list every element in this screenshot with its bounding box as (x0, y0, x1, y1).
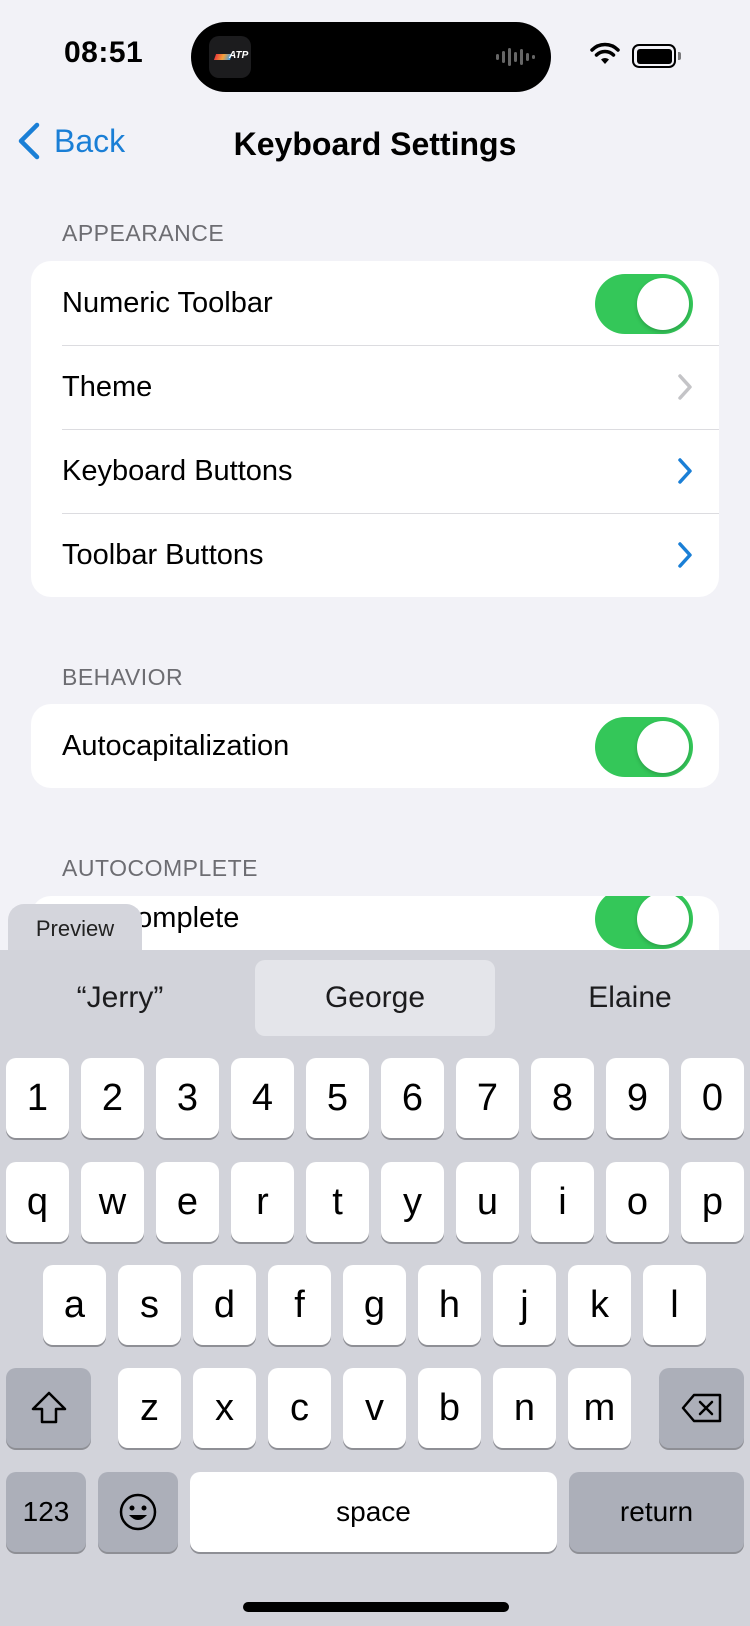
key-v[interactable]: v (343, 1368, 406, 1448)
suggestion-1[interactable]: “Jerry” (12, 960, 228, 1036)
app-icon: ATP (209, 36, 251, 78)
emoji-icon (119, 1493, 157, 1531)
key-t[interactable]: t (306, 1162, 369, 1242)
key-y[interactable]: y (381, 1162, 444, 1242)
chevron-right-icon (678, 374, 692, 400)
key-n[interactable]: n (493, 1368, 556, 1448)
preview-tab[interactable]: Preview (8, 904, 142, 956)
return-key[interactable]: return (569, 1472, 744, 1552)
row-toolbar-buttons[interactable]: Toolbar Buttons (31, 513, 719, 597)
delete-icon (681, 1393, 721, 1423)
shift-icon (31, 1391, 66, 1424)
key-x[interactable]: x (193, 1368, 256, 1448)
key-q[interactable]: q (6, 1162, 69, 1242)
key-g[interactable]: g (343, 1265, 406, 1345)
delete-key[interactable] (659, 1368, 744, 1448)
key-h[interactable]: h (418, 1265, 481, 1345)
key-1[interactable]: 1 (6, 1058, 69, 1138)
key-0[interactable]: 0 (681, 1058, 744, 1138)
key-f[interactable]: f (268, 1265, 331, 1345)
key-r[interactable]: r (231, 1162, 294, 1242)
emoji-key[interactable] (98, 1472, 178, 1552)
key-7[interactable]: 7 (456, 1058, 519, 1138)
key-6[interactable]: 6 (381, 1058, 444, 1138)
dynamic-island: ATP (191, 22, 551, 92)
navigation-bar: Back Keyboard Settings (0, 110, 750, 180)
key-9[interactable]: 9 (606, 1058, 669, 1138)
row-numeric-toolbar[interactable]: Numeric Toolbar (31, 261, 719, 345)
wifi-icon (590, 42, 620, 64)
key-2[interactable]: 2 (81, 1058, 144, 1138)
status-bar: 08:51 ATP (0, 0, 750, 110)
audio-wave-icon (496, 46, 535, 68)
section-header-behavior: BEHAVIOR (62, 664, 184, 690)
battery-icon (632, 44, 682, 68)
appearance-group: Numeric Toolbar Theme Keyboard Buttons T… (31, 261, 719, 597)
status-time: 08:51 (64, 36, 144, 69)
row-label: Autocapitalization (62, 729, 290, 762)
key-3[interactable]: 3 (156, 1058, 219, 1138)
chevron-right-icon (678, 458, 692, 484)
key-o[interactable]: o (606, 1162, 669, 1242)
key-c[interactable]: c (268, 1368, 331, 1448)
row-keyboard-buttons[interactable]: Keyboard Buttons (31, 429, 719, 513)
key-a[interactable]: a (43, 1265, 106, 1345)
key-b[interactable]: b (418, 1368, 481, 1448)
row-label: Numeric Toolbar (62, 286, 273, 319)
autocomplete-toggle[interactable] (595, 896, 693, 949)
key-k[interactable]: k (568, 1265, 631, 1345)
suggestion-2[interactable]: George (255, 960, 495, 1036)
page-title: Keyboard Settings (233, 126, 517, 162)
key-z[interactable]: z (118, 1368, 181, 1448)
key-u[interactable]: u (456, 1162, 519, 1242)
row-theme[interactable]: Theme (31, 345, 719, 429)
key-4[interactable]: 4 (231, 1058, 294, 1138)
suggestion-bar: “Jerry” George Elaine (0, 960, 750, 1036)
key-d[interactable]: d (193, 1265, 256, 1345)
key-m[interactable]: m (568, 1368, 631, 1448)
key-8[interactable]: 8 (531, 1058, 594, 1138)
behavior-group: Autocapitalization (31, 704, 719, 788)
suggestion-3[interactable]: Elaine (520, 960, 740, 1036)
section-header-appearance: APPEARANCE (62, 220, 225, 246)
key-5[interactable]: 5 (306, 1058, 369, 1138)
numbers-key[interactable]: 123 (6, 1472, 86, 1552)
key-j[interactable]: j (493, 1265, 556, 1345)
app-icon-label: ATP (229, 50, 249, 61)
key-s[interactable]: s (118, 1265, 181, 1345)
home-indicator (243, 1602, 509, 1612)
row-label: Theme (62, 370, 153, 403)
row-label: Keyboard Buttons (62, 454, 293, 487)
key-w[interactable]: w (81, 1162, 144, 1242)
row-label: Toolbar Buttons (62, 538, 264, 571)
numeric-toolbar-toggle[interactable] (595, 274, 693, 334)
section-header-autocomplete: AUTOCOMPLETE (62, 855, 258, 881)
space-key[interactable]: space (190, 1472, 557, 1552)
key-e[interactable]: e (156, 1162, 219, 1242)
key-i[interactable]: i (531, 1162, 594, 1242)
autocapitalization-toggle[interactable] (595, 717, 693, 777)
key-p[interactable]: p (681, 1162, 744, 1242)
row-autocapitalization[interactable]: Autocapitalization (31, 704, 719, 788)
key-l[interactable]: l (643, 1265, 706, 1345)
keyboard: “Jerry” George Elaine 1 2 3 4 5 6 7 8 9 … (0, 950, 750, 1626)
chevron-right-icon (678, 542, 692, 568)
shift-key[interactable] (6, 1368, 91, 1448)
